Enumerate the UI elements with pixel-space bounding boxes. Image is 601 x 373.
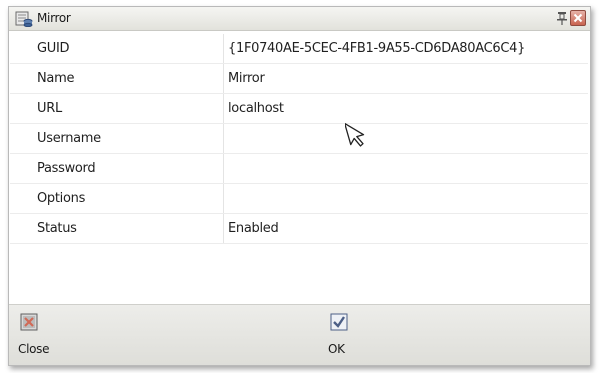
property-value[interactable]: [223, 123, 588, 154]
check-icon: [330, 313, 348, 331]
property-value[interactable]: localhost: [223, 93, 588, 124]
window-title: Mirror: [37, 11, 71, 25]
property-row-name[interactable]: Name Mirror: [10, 63, 588, 94]
property-value[interactable]: [223, 183, 588, 214]
property-key: Password: [10, 153, 224, 184]
close-button-label: Close: [18, 342, 50, 356]
property-row-status[interactable]: Status Enabled: [10, 213, 588, 244]
title-bar: Mirror: [9, 7, 590, 31]
property-row-options[interactable]: Options: [10, 183, 588, 214]
property-key: URL: [10, 93, 224, 124]
property-row-username[interactable]: Username: [10, 123, 588, 154]
property-value[interactable]: Mirror: [223, 63, 588, 94]
property-value[interactable]: [223, 153, 588, 184]
database-icon: [15, 11, 33, 27]
action-bar: Close OK: [9, 304, 590, 365]
property-key: Options: [10, 183, 224, 214]
property-row-url[interactable]: URL localhost: [10, 93, 588, 124]
window-close-button[interactable]: [570, 10, 586, 26]
pin-icon[interactable]: [555, 10, 569, 26]
property-row-password[interactable]: Password: [10, 153, 588, 184]
property-grid: GUID {1F0740AE-5CEC-4FB1-9A55-CD6DA80AC6…: [10, 34, 588, 244]
mirror-panel: Mirror GUID {1F0740AE-5CEC-4FB1-9A55-CD6…: [8, 6, 591, 366]
close-icon: [573, 13, 583, 23]
close-icon: [20, 313, 38, 331]
property-value[interactable]: Enabled: [223, 213, 588, 244]
property-value[interactable]: {1F0740AE-5CEC-4FB1-9A55-CD6DA80AC6C4}: [223, 34, 588, 64]
property-key: Status: [10, 213, 224, 244]
ok-button[interactable]: OK: [328, 311, 388, 363]
property-key: Username: [10, 123, 224, 154]
property-row-guid[interactable]: GUID {1F0740AE-5CEC-4FB1-9A55-CD6DA80AC6…: [10, 34, 588, 64]
ok-button-label: OK: [328, 342, 345, 356]
mouse-cursor-icon: [345, 122, 365, 147]
property-key: Name: [10, 63, 224, 94]
property-key: GUID: [10, 34, 224, 64]
close-button[interactable]: Close: [18, 311, 78, 363]
